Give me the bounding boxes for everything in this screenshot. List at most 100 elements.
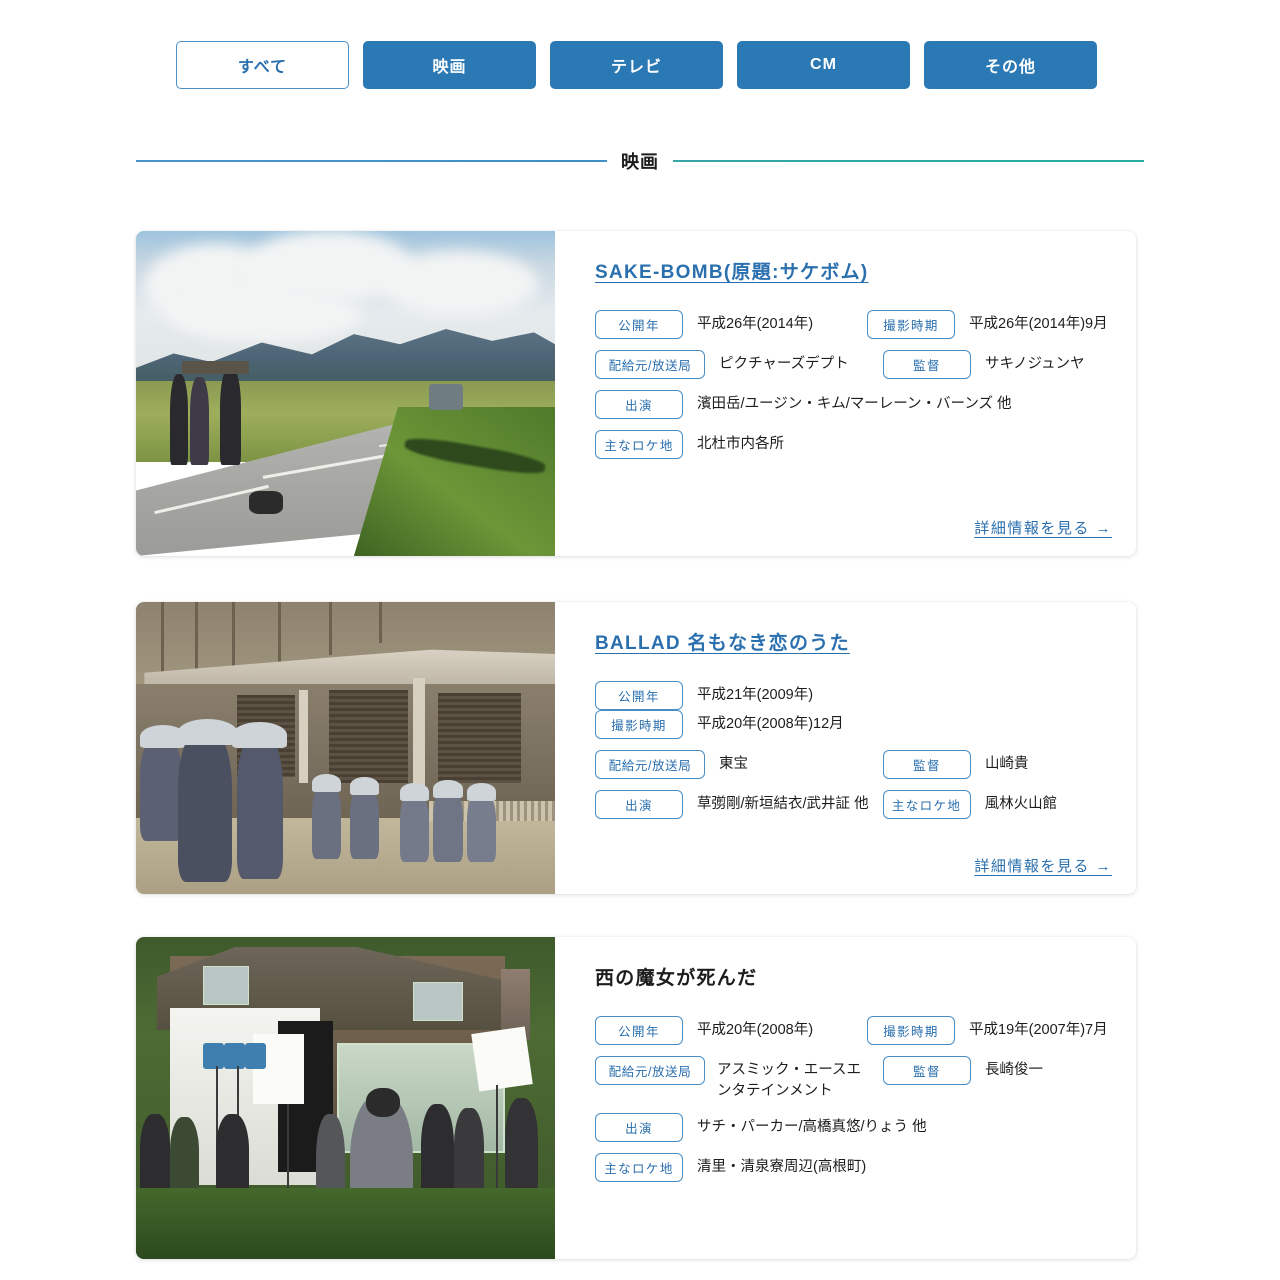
value-distributor: アスミック・エースエンタテインメント xyxy=(717,1061,861,1099)
heading-rule-right xyxy=(673,160,1144,162)
meta-row: 公開年 平成21年(2009年) 撮影時期 平成20年(2008年)12月 xyxy=(595,680,1110,739)
list-item[interactable]: SAKE-BOMB(原題:サケボム) 公開年 平成26年(2014年) 撮影時期… xyxy=(136,231,1136,556)
card-meta-rows: 公開年 平成26年(2014年) 撮影時期 平成26年(2014年)9月 配給元… xyxy=(595,309,1110,459)
meta-pair-location: 主なロケ地 清里・清泉寮周辺(高根町) xyxy=(595,1152,867,1182)
tab-tv[interactable]: テレビ xyxy=(550,41,723,89)
badge-shoot-period: 撮影時期 xyxy=(595,709,683,739)
meta-pair-release-year: 公開年 平成20年(2008年) xyxy=(595,1015,867,1045)
badge-director: 監督 xyxy=(883,749,971,779)
meta-pair-shoot-period: 撮影時期 平成26年(2014年)9月 xyxy=(867,309,1108,339)
meta-row: 出演 濱田岳/ユージン・キム/マーレーン・バーンズ 他 xyxy=(595,389,1110,419)
page-root: すべて 映画 テレビ CM その他 映画 SAKE-BOMB(原題:サケボム) … xyxy=(0,0,1280,1280)
badge-location: 主なロケ地 xyxy=(882,789,971,819)
value-director: サキノジュンヤ xyxy=(985,355,1085,372)
value-shoot-period: 平成20年(2008年)12月 xyxy=(697,715,844,732)
card-thumbnail xyxy=(136,602,555,894)
meta-pair-cast: 出演 濱田岳/ユージン・キム/マーレーン・バーンズ 他 xyxy=(595,389,1012,419)
meta-pair-distributor: 配給元/放送局 アスミック・エースエンタテインメント xyxy=(595,1055,883,1102)
meta-row: 配給元/放送局 ピクチャーズデプト 監督 サキノジュンヤ xyxy=(595,349,1110,379)
value-location: 清里・清泉寮周辺(高根町) xyxy=(697,1158,867,1175)
meta-pair-cast: 出演 草彅剛/新垣結衣/武井証 他 xyxy=(595,789,869,819)
photo-film-set-cabin xyxy=(136,937,555,1259)
badge-distributor: 配給元/放送局 xyxy=(595,349,705,379)
value-cast: 草彅剛/新垣結衣/武井証 他 xyxy=(697,795,869,812)
badge-cast: 出演 xyxy=(595,389,683,419)
photo-film-crew-road xyxy=(136,231,555,556)
value-release-year: 平成20年(2008年) xyxy=(697,1021,814,1038)
badge-release-year: 公開年 xyxy=(595,309,683,339)
meta-row: 出演 草彅剛/新垣結衣/武井証 他 主なロケ地 風林火山館 xyxy=(595,789,1110,819)
meta-pair-director: 監督 サキノジュンヤ xyxy=(883,349,1085,379)
category-filter-tabs: すべて 映画 テレビ CM その他 xyxy=(176,41,1097,89)
card-title-link[interactable]: SAKE-BOMB(原題:サケボム) xyxy=(595,261,1110,286)
tab-movie[interactable]: 映画 xyxy=(363,41,536,89)
tab-cm[interactable]: CM xyxy=(737,41,910,89)
value-release-year: 平成21年(2009年) xyxy=(697,686,814,703)
meta-row: 出演 サチ・パーカー/高橋真悠/りょう 他 xyxy=(595,1112,1110,1142)
badge-location: 主なロケ地 xyxy=(595,429,683,459)
meta-row: 主なロケ地 北杜市内各所 xyxy=(595,429,1110,459)
meta-pair-distributor: 配給元/放送局 東宝 xyxy=(595,749,883,779)
badge-release-year: 公開年 xyxy=(595,680,683,710)
card-thumbnail xyxy=(136,231,555,556)
meta-row: 配給元/放送局 東宝 監督 山崎貴 xyxy=(595,749,1110,779)
card-title: 西の魔女が死んだ xyxy=(595,968,758,989)
meta-pair-director: 監督 山崎貴 xyxy=(883,749,1029,779)
heading-rule-left xyxy=(136,160,607,162)
value-director: 長崎俊一 xyxy=(985,1061,1043,1078)
tab-all[interactable]: すべて xyxy=(176,41,349,89)
tab-all-label: すべて xyxy=(237,59,288,76)
list-item[interactable]: BALLAD 名もなき恋のうた 公開年 平成21年(2009年) 撮影時期 平成… xyxy=(136,602,1136,894)
meta-row: 公開年 平成26年(2014年) 撮影時期 平成26年(2014年)9月 xyxy=(595,309,1110,339)
meta-row: 主なロケ地 清里・清泉寮周辺(高根町) xyxy=(595,1152,1110,1182)
card-body: BALLAD 名もなき恋のうた 公開年 平成21年(2009年) 撮影時期 平成… xyxy=(555,602,1136,894)
value-location: 北杜市内各所 xyxy=(697,435,784,452)
detail-link[interactable]: 詳細情報を見る → xyxy=(974,855,1112,876)
card-meta-rows: 公開年 平成21年(2009年) 撮影時期 平成20年(2008年)12月 配給… xyxy=(595,680,1110,819)
meta-pair-cast: 出演 サチ・パーカー/高橋真悠/りょう 他 xyxy=(595,1112,927,1142)
value-cast: サチ・パーカー/高橋真悠/りょう 他 xyxy=(697,1118,927,1135)
meta-row: 公開年 平成20年(2008年) 撮影時期 平成19年(2007年)7月 xyxy=(595,1015,1110,1045)
badge-shoot-period: 撮影時期 xyxy=(867,309,955,339)
photo-samurai-temple xyxy=(136,602,555,894)
value-location: 風林火山館 xyxy=(984,795,1058,812)
value-shoot-period: 平成19年(2007年)7月 xyxy=(969,1021,1108,1038)
tab-tv-label: テレビ xyxy=(610,59,662,76)
meta-pair-location: 主なロケ地 北杜市内各所 xyxy=(595,429,784,459)
badge-cast: 出演 xyxy=(595,789,683,819)
badge-distributor: 配給元/放送局 xyxy=(595,749,705,779)
badge-location: 主なロケ地 xyxy=(595,1152,683,1182)
badge-cast: 出演 xyxy=(595,1112,683,1142)
value-release-year: 平成26年(2014年) xyxy=(697,315,814,332)
card-title-link[interactable]: BALLAD 名もなき恋のうた xyxy=(595,632,1110,657)
card-thumbnail xyxy=(136,937,555,1259)
card-body: 西の魔女が死んだ 公開年 平成20年(2008年) 撮影時期 平成19年(200… xyxy=(555,937,1136,1259)
tab-movie-label: 映画 xyxy=(432,59,467,76)
tab-other[interactable]: その他 xyxy=(924,41,1097,89)
list-item[interactable]: 西の魔女が死んだ 公開年 平成20年(2008年) 撮影時期 平成19年(200… xyxy=(136,937,1136,1259)
meta-pair-director: 監督 長崎俊一 xyxy=(883,1055,1043,1085)
value-director: 山崎貴 xyxy=(985,755,1029,772)
meta-pair-shoot-period: 撮影時期 平成20年(2008年)12月 xyxy=(595,709,844,739)
value-distributor: 東宝 xyxy=(719,755,748,772)
card-meta-rows: 公開年 平成20年(2008年) 撮影時期 平成19年(2007年)7月 配給元… xyxy=(595,1015,1110,1182)
card-body: SAKE-BOMB(原題:サケボム) 公開年 平成26年(2014年) 撮影時期… xyxy=(555,231,1136,556)
tab-cm-label: CM xyxy=(810,56,837,73)
detail-link[interactable]: 詳細情報を見る → xyxy=(974,517,1112,538)
badge-director: 監督 xyxy=(883,1055,971,1085)
badge-distributor: 配給元/放送局 xyxy=(595,1055,705,1085)
page-title: 映画 xyxy=(621,152,659,172)
meta-pair-shoot-period: 撮影時期 平成19年(2007年)7月 xyxy=(867,1015,1108,1045)
meta-pair-release-year: 公開年 平成21年(2009年) xyxy=(595,680,867,710)
badge-shoot-period: 撮影時期 xyxy=(867,1015,955,1045)
meta-pair-location: 主なロケ地 風林火山館 xyxy=(882,789,1058,819)
tab-other-label: その他 xyxy=(984,59,1036,76)
meta-row: 配給元/放送局 アスミック・エースエンタテインメント 監督 長崎俊一 xyxy=(595,1055,1110,1102)
meta-pair-distributor: 配給元/放送局 ピクチャーズデプト xyxy=(595,349,883,379)
badge-release-year: 公開年 xyxy=(595,1015,683,1045)
value-cast: 濱田岳/ユージン・キム/マーレーン・バーンズ 他 xyxy=(697,395,1012,412)
value-distributor: ピクチャーズデプト xyxy=(719,355,849,372)
value-shoot-period: 平成26年(2014年)9月 xyxy=(969,315,1108,332)
section-heading: 映画 xyxy=(136,146,1144,176)
badge-director: 監督 xyxy=(883,349,971,379)
